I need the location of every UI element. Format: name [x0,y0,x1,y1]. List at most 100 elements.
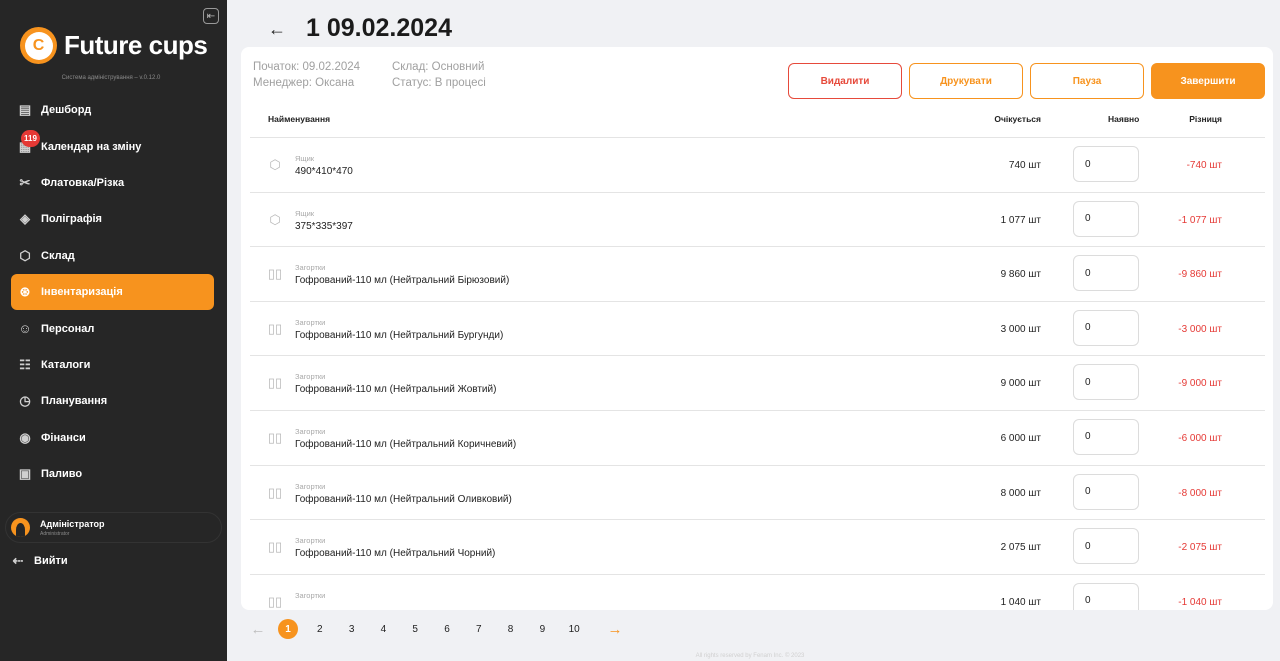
meta-warehouse: Склад: Основний [392,61,485,73]
pagination: ← 1 2 3 4 5 6 7 8 9 10 → [247,618,626,640]
blanks-icon: ▯▯ [267,484,283,500]
pause-button[interactable]: Пауза [1030,63,1144,99]
row-name: 490*410*470 [295,166,353,177]
header-expected: Очікується [994,114,1041,124]
available-input[interactable] [1073,200,1139,237]
notification-badge: 119 [21,130,40,148]
sidebar-item-2[interactable]: ✂ Флатовка/Різка [11,165,214,201]
app-subtitle: Система адміністрування – v.0.12.0 [61,75,161,81]
logout-button[interactable]: ⇠ Вийти [10,553,68,569]
row-name: Гофрований-110 мл (Нейтральний Чорний) [295,548,496,560]
row-diff: -2 075 шт [1178,542,1222,554]
sidebar-item-8[interactable]: ◷ Планування [11,383,214,419]
sidebar-item-10[interactable]: ▣ Паливо [11,456,214,492]
delete-button[interactable]: Видалити [788,63,902,99]
row-expected: 2 075 шт [1000,542,1041,554]
page-number[interactable]: 8 [501,619,521,639]
blanks-icon: ▯▯ [267,266,283,282]
sidebar-item-label: Інвентаризація [41,286,123,299]
available-input[interactable] [1073,582,1139,610]
row-expected: 3 000 шт [1000,323,1041,335]
finish-button[interactable]: Завершити [1151,63,1265,99]
row-diff: -1 077 шт [1178,214,1222,226]
sidebar-item-3[interactable]: ◈ Поліграфія [11,201,214,237]
row-name: Гофрований-110 мл (Нейтральний Коричневи… [295,438,517,450]
page-number[interactable]: 5 [405,619,425,639]
page-number[interactable]: 6 [437,619,457,639]
row-diff: -8 000 шт [1178,487,1222,499]
dashboard-icon: ▤ [18,102,32,118]
header-diff: Різниця [1189,114,1222,124]
row-expected: 1 040 шт [1000,596,1041,608]
meta-right: Склад: Основний Статус: В процесі [392,59,486,91]
table-row: ▯▯ Загортки Гофрований-110 мл (Нейтральний… [250,466,1265,521]
page-number[interactable]: 7 [469,619,489,639]
logout-label: Вийти [34,555,68,567]
sidebar-item-7[interactable]: ☷ Каталоги [11,347,214,383]
meta-left: Початок: 09.02.2024 Менеджер: Оксана [253,59,360,91]
available-input[interactable] [1073,309,1139,346]
row-name: 375*335*397 [295,220,353,232]
row-category: Загортки [295,372,326,382]
collapse-sidebar-icon[interactable]: ⇤ [203,8,219,24]
available-input[interactable] [1073,146,1139,182]
available-input[interactable] [1073,255,1139,292]
box-icon: ⬡ [19,247,31,263]
row-category: Загортки [295,481,326,491]
sidebar-item-label: Поліграфія [41,213,102,226]
row-expected: 8 000 шт [1000,487,1041,499]
next-page-arrow-icon[interactable]: → [604,618,626,640]
sidebar-item-label: Дешборд [41,104,92,117]
page-number[interactable]: 2 [310,619,330,639]
page-number[interactable]: 10 [564,619,584,639]
print-button[interactable]: Друкувати [909,63,1023,99]
row-diff: -6 000 шт [1178,432,1222,444]
sidebar-item-label: Склад [41,249,75,262]
row-expected: 6 000 шт [1000,432,1041,444]
available-input[interactable] [1073,473,1139,510]
scissors-icon: ✂ [19,174,31,190]
row-diff: -9 860 шт [1178,269,1222,281]
table-header: Найменування Очікується Наявно Різниця [250,105,1265,138]
row-category: Загортки [295,317,326,327]
logout-icon: ⇠ [12,553,24,568]
finance-icon: ◉ [19,429,31,445]
row-diff: -9 000 шт [1178,378,1222,390]
sidebar-item-9[interactable]: ◉ Фінанси [11,420,214,456]
header-available: Наявно [1108,114,1140,124]
page-number[interactable]: 3 [342,619,362,639]
sidebar: ⇤ C Future cups Система адміністрування … [0,0,227,661]
inventory-icon: ⊛ [19,284,31,300]
sidebar-item-label: Календар на зміну [41,140,142,153]
sidebar-item-1[interactable]: ▦Календар на зміну119 [11,128,214,164]
prev-page-arrow-icon[interactable]: ← [247,618,269,640]
row-diff: -1 040 шт [1178,596,1222,608]
page-number[interactable]: 4 [373,619,393,639]
avatar [11,518,30,537]
header-name: Найменування [268,114,331,124]
available-input[interactable] [1073,418,1139,455]
sidebar-nav: ▤ Дешборд ▦Календар на зміну119 ✂ Флатовка/Р… [11,92,214,492]
meta-start: Початок: 09.02.2024 [253,61,361,73]
table-row: ▯▯ Загортки 1 040 шт -1 040 шт [250,575,1265,610]
available-input[interactable] [1073,364,1139,401]
page-number[interactable]: 1 [278,619,298,639]
row-name: Гофрований-110 мл (Нейтральний Оливковий… [295,493,512,505]
sidebar-item-0[interactable]: ▤ Дешборд [11,92,214,128]
sidebar-item-5[interactable]: ⊛ Інвентаризація [11,273,214,311]
logo[interactable]: C Future cups [20,27,208,64]
user-card[interactable]: Адміністратор Administrator [5,512,222,543]
sidebar-item-6[interactable]: ☺ Персонал [11,310,214,346]
row-diff: -3 000 шт [1178,323,1222,335]
logo-mark-icon: C [20,27,57,64]
available-input[interactable] [1073,528,1139,565]
table-row: ⬡ Ящик 490*410*470 740 шт -740 шт [250,138,1265,193]
row-name: Гофрований-110 мл (Нейтральний Жовтий) [295,384,497,396]
page-number[interactable]: 9 [532,619,552,639]
table-row: ▯▯ Загортки Гофрований-110 мл (Нейтральний… [250,356,1265,411]
back-arrow-icon[interactable]: ← [266,18,288,40]
sidebar-item-label: Паливо [41,468,83,481]
sidebar-item-4[interactable]: ⬡ Склад [11,238,214,274]
row-diff: -740 шт [1186,160,1222,171]
row-name: Гофрований-110 мл (Нейтральний Бургунди) [295,329,504,341]
